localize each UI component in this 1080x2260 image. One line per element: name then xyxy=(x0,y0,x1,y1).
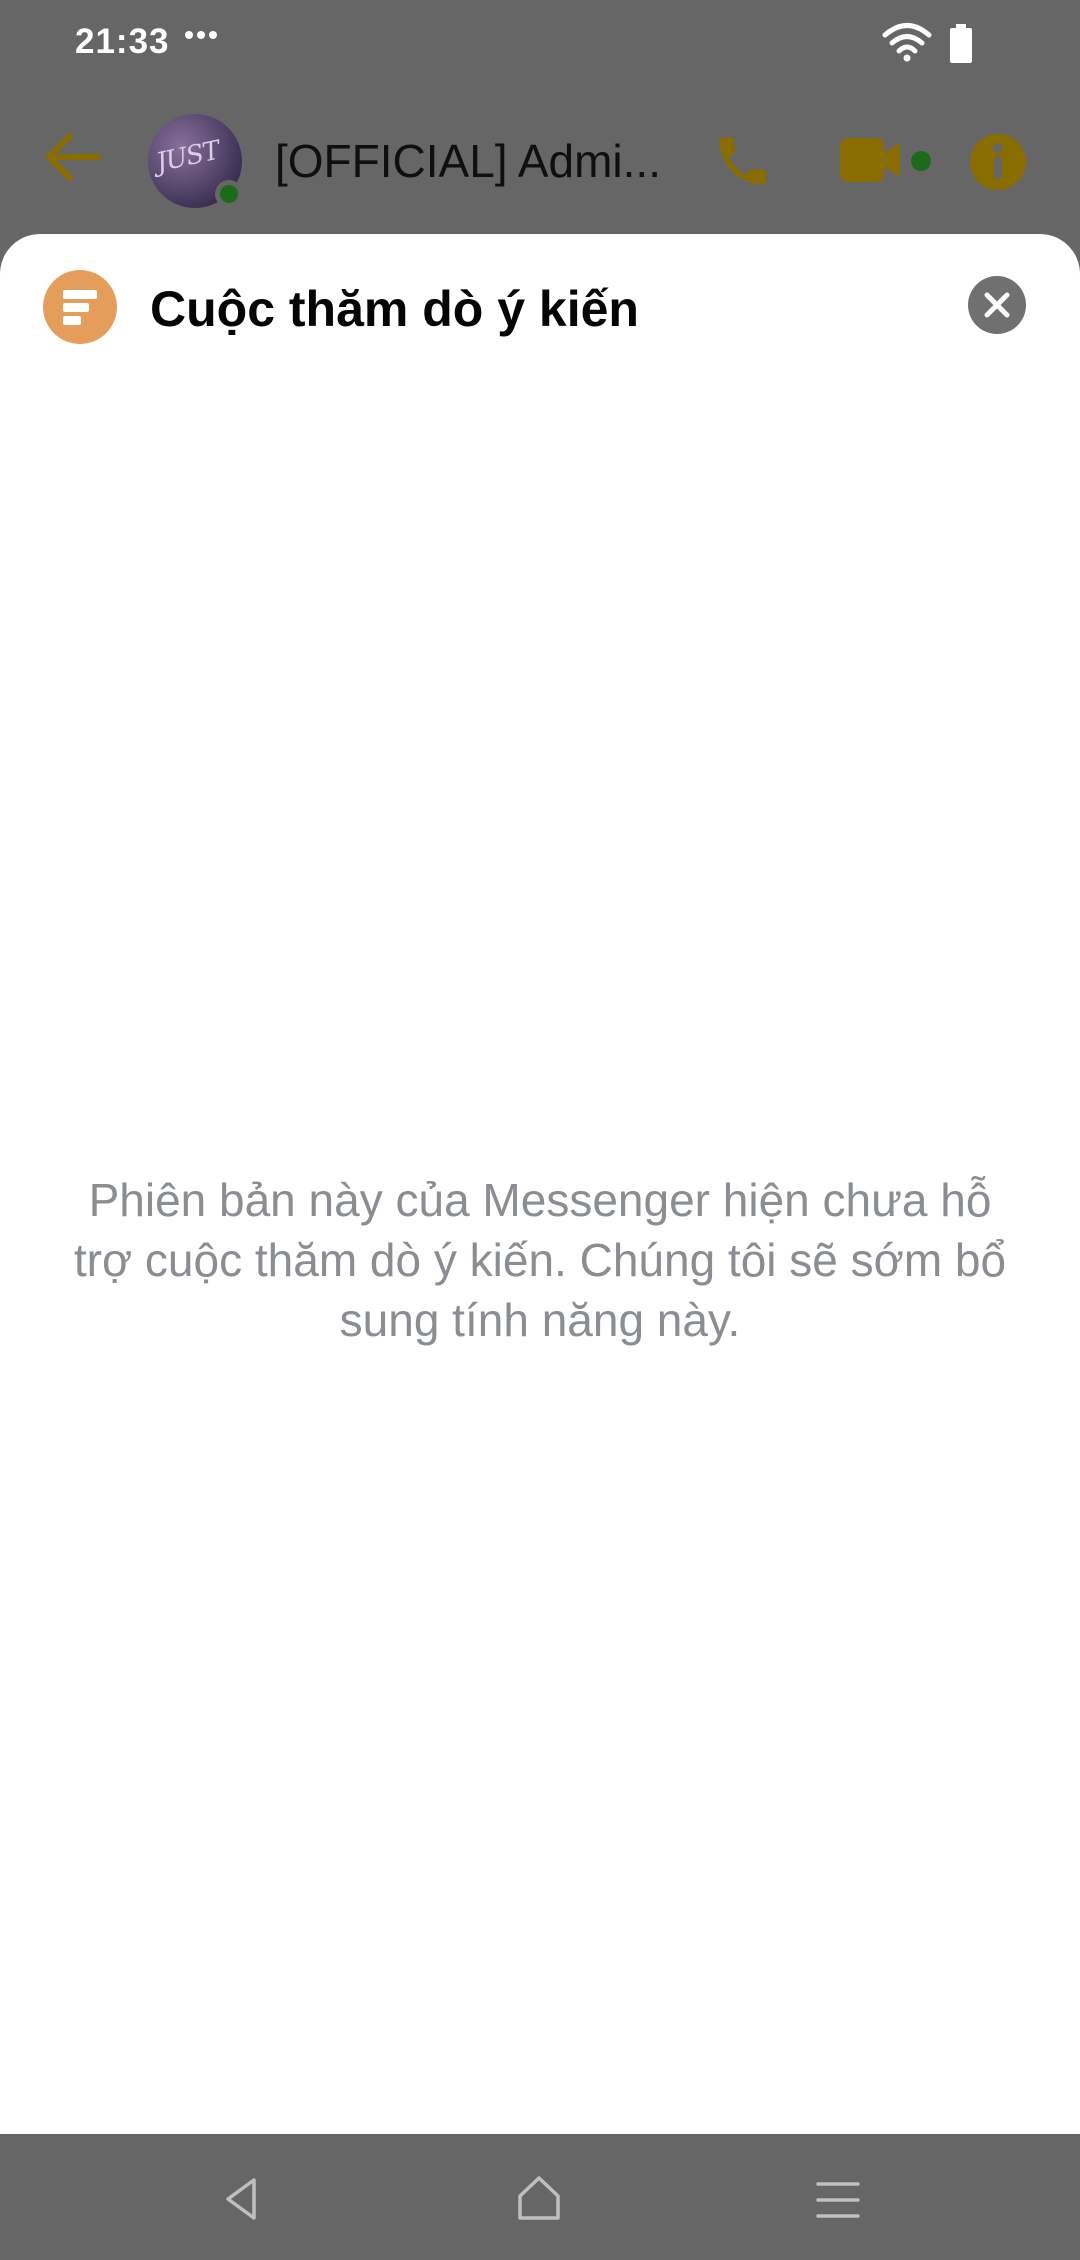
avatar-text: JUST xyxy=(153,135,222,179)
sheet-title: Cuộc thăm dò ý kiến xyxy=(150,281,639,337)
battery-icon xyxy=(948,24,974,69)
unsupported-message: Phiên bản này của Messenger hiện chưa hỗ… xyxy=(73,1174,1007,1346)
status-time: 21:33 xyxy=(75,22,170,61)
chat-header: JUST [OFFICIAL] Admi... xyxy=(0,92,1080,232)
arrow-back-icon[interactable] xyxy=(40,124,106,195)
video-camera-icon[interactable] xyxy=(838,136,908,189)
screen: 21:33 JUST [OFFICIAL] Admi... Cuộc thăm … xyxy=(0,0,1080,2260)
wifi-icon xyxy=(882,22,932,67)
status-bar: 21:33 xyxy=(0,0,1080,92)
close-icon xyxy=(984,292,1010,318)
nav-back-icon[interactable] xyxy=(222,2176,262,2227)
nav-menu-icon[interactable] xyxy=(816,2180,860,2225)
nav-home-icon[interactable] xyxy=(516,2174,562,2227)
online-status-dot xyxy=(215,180,243,208)
more-dots-icon xyxy=(184,28,218,46)
chat-title[interactable]: [OFFICIAL] Admi... xyxy=(275,134,661,188)
poll-sheet: Cuộc thăm dò ý kiến Phiên bản này của Me… xyxy=(0,234,1080,2134)
close-button[interactable] xyxy=(968,276,1026,334)
poll-icon xyxy=(43,270,117,344)
video-active-dot xyxy=(911,151,931,171)
navigation-bar xyxy=(0,2134,1080,2260)
info-icon[interactable] xyxy=(968,132,1028,197)
phone-icon[interactable] xyxy=(712,130,774,197)
